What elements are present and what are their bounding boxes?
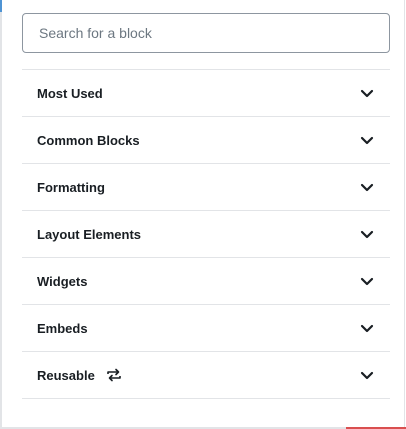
category-label-group: Embeds <box>37 321 88 336</box>
category-label-group: Reusable <box>37 366 123 384</box>
category-reusable[interactable]: Reusable <box>22 352 390 399</box>
block-search-input[interactable] <box>22 13 390 53</box>
category-formatting[interactable]: Formatting <box>22 164 390 211</box>
category-label: Layout Elements <box>37 226 142 242</box>
category-label-group: Layout Elements <box>37 227 141 242</box>
category-label-group: Formatting <box>37 180 105 195</box>
left-edge <box>0 0 2 429</box>
chevron-down-icon[interactable] <box>359 85 375 101</box>
category-label: Widgets <box>37 273 88 289</box>
chevron-down-icon[interactable] <box>359 273 375 289</box>
block-categories-list: Most Used Common Blocks Formatting Layou… <box>22 69 390 399</box>
chevron-down-icon[interactable] <box>359 320 375 336</box>
category-label-group: Most Used <box>37 86 103 101</box>
reusable-block-icon <box>107 368 121 382</box>
category-widgets[interactable]: Widgets <box>22 258 390 305</box>
chevron-down-icon[interactable] <box>359 132 375 148</box>
category-common-blocks[interactable]: Common Blocks <box>22 117 390 164</box>
left-edge-accent <box>0 0 2 12</box>
category-most-used[interactable]: Most Used <box>22 70 390 117</box>
chevron-down-icon[interactable] <box>359 367 375 383</box>
category-layout-elements[interactable]: Layout Elements <box>22 211 390 258</box>
search-container <box>22 13 390 53</box>
category-label: Embeds <box>37 320 88 336</box>
chevron-down-icon[interactable] <box>359 179 375 195</box>
chevron-down-icon[interactable] <box>359 226 375 242</box>
category-label: Common Blocks <box>37 132 140 148</box>
category-label: Reusable <box>37 367 95 383</box>
category-label-group: Widgets <box>37 274 87 289</box>
category-label-group: Common Blocks <box>37 133 140 148</box>
category-label: Formatting <box>37 179 105 195</box>
category-label: Most Used <box>37 85 103 101</box>
category-embeds[interactable]: Embeds <box>22 305 390 352</box>
